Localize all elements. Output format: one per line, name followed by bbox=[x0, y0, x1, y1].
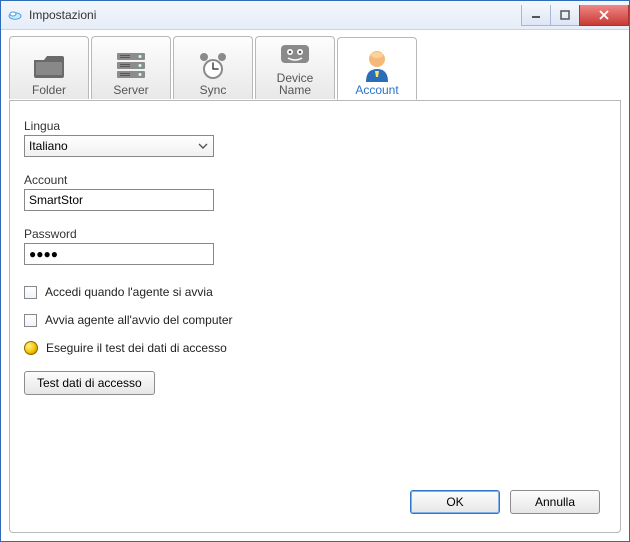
clock-icon bbox=[195, 48, 231, 84]
tab-label: Account bbox=[355, 84, 398, 96]
account-label: Account bbox=[24, 173, 606, 187]
account-field[interactable] bbox=[24, 189, 214, 211]
start-with-os-label: Avvia agente all'avvio del computer bbox=[45, 313, 233, 327]
password-field[interactable] bbox=[24, 243, 214, 265]
tab-account[interactable]: Account bbox=[337, 37, 417, 100]
app-icon bbox=[7, 7, 23, 23]
dialog-button-bar: OK Annulla bbox=[24, 482, 606, 522]
login-on-start-label: Accedi quando l'agente si avvia bbox=[45, 285, 213, 299]
window-title: Impostazioni bbox=[29, 8, 96, 22]
login-on-start-checkbox[interactable] bbox=[24, 286, 37, 299]
device-icon bbox=[277, 37, 313, 72]
start-with-os-checkbox[interactable] bbox=[24, 314, 37, 327]
account-form: Lingua Account Password Accedi quando l'… bbox=[24, 115, 606, 482]
tab-device-name[interactable]: Device Name bbox=[255, 36, 335, 99]
ok-button[interactable]: OK bbox=[410, 490, 500, 514]
settings-window: Impostazioni Folder bbox=[0, 0, 630, 542]
person-icon bbox=[359, 48, 395, 84]
tab-folder[interactable]: Folder bbox=[9, 36, 89, 99]
minimize-button[interactable] bbox=[521, 5, 551, 26]
window-buttons bbox=[522, 5, 629, 25]
tab-label: Sync bbox=[200, 84, 227, 96]
tab-sync[interactable]: Sync bbox=[173, 36, 253, 99]
tab-label: Server bbox=[113, 84, 148, 96]
client-area: Folder Server bbox=[1, 30, 629, 541]
lingua-label: Lingua bbox=[24, 119, 606, 133]
account-panel: Lingua Account Password Accedi quando l'… bbox=[9, 101, 621, 533]
tab-bar: Folder Server bbox=[9, 36, 621, 101]
status-led-icon bbox=[24, 341, 38, 355]
lingua-select[interactable] bbox=[24, 135, 214, 157]
tab-label: Folder bbox=[32, 84, 66, 96]
close-button[interactable] bbox=[579, 5, 629, 26]
password-label: Password bbox=[24, 227, 606, 241]
server-icon bbox=[113, 48, 149, 84]
folder-icon bbox=[31, 48, 67, 84]
cancel-button[interactable]: Annulla bbox=[510, 490, 600, 514]
maximize-button[interactable] bbox=[550, 5, 580, 26]
tab-server[interactable]: Server bbox=[91, 36, 171, 99]
tab-label: Device Name bbox=[277, 72, 314, 96]
test-credentials-label: Eseguire il test dei dati di accesso bbox=[46, 341, 227, 355]
titlebar: Impostazioni bbox=[1, 1, 629, 30]
test-credentials-button[interactable]: Test dati di accesso bbox=[24, 371, 155, 395]
